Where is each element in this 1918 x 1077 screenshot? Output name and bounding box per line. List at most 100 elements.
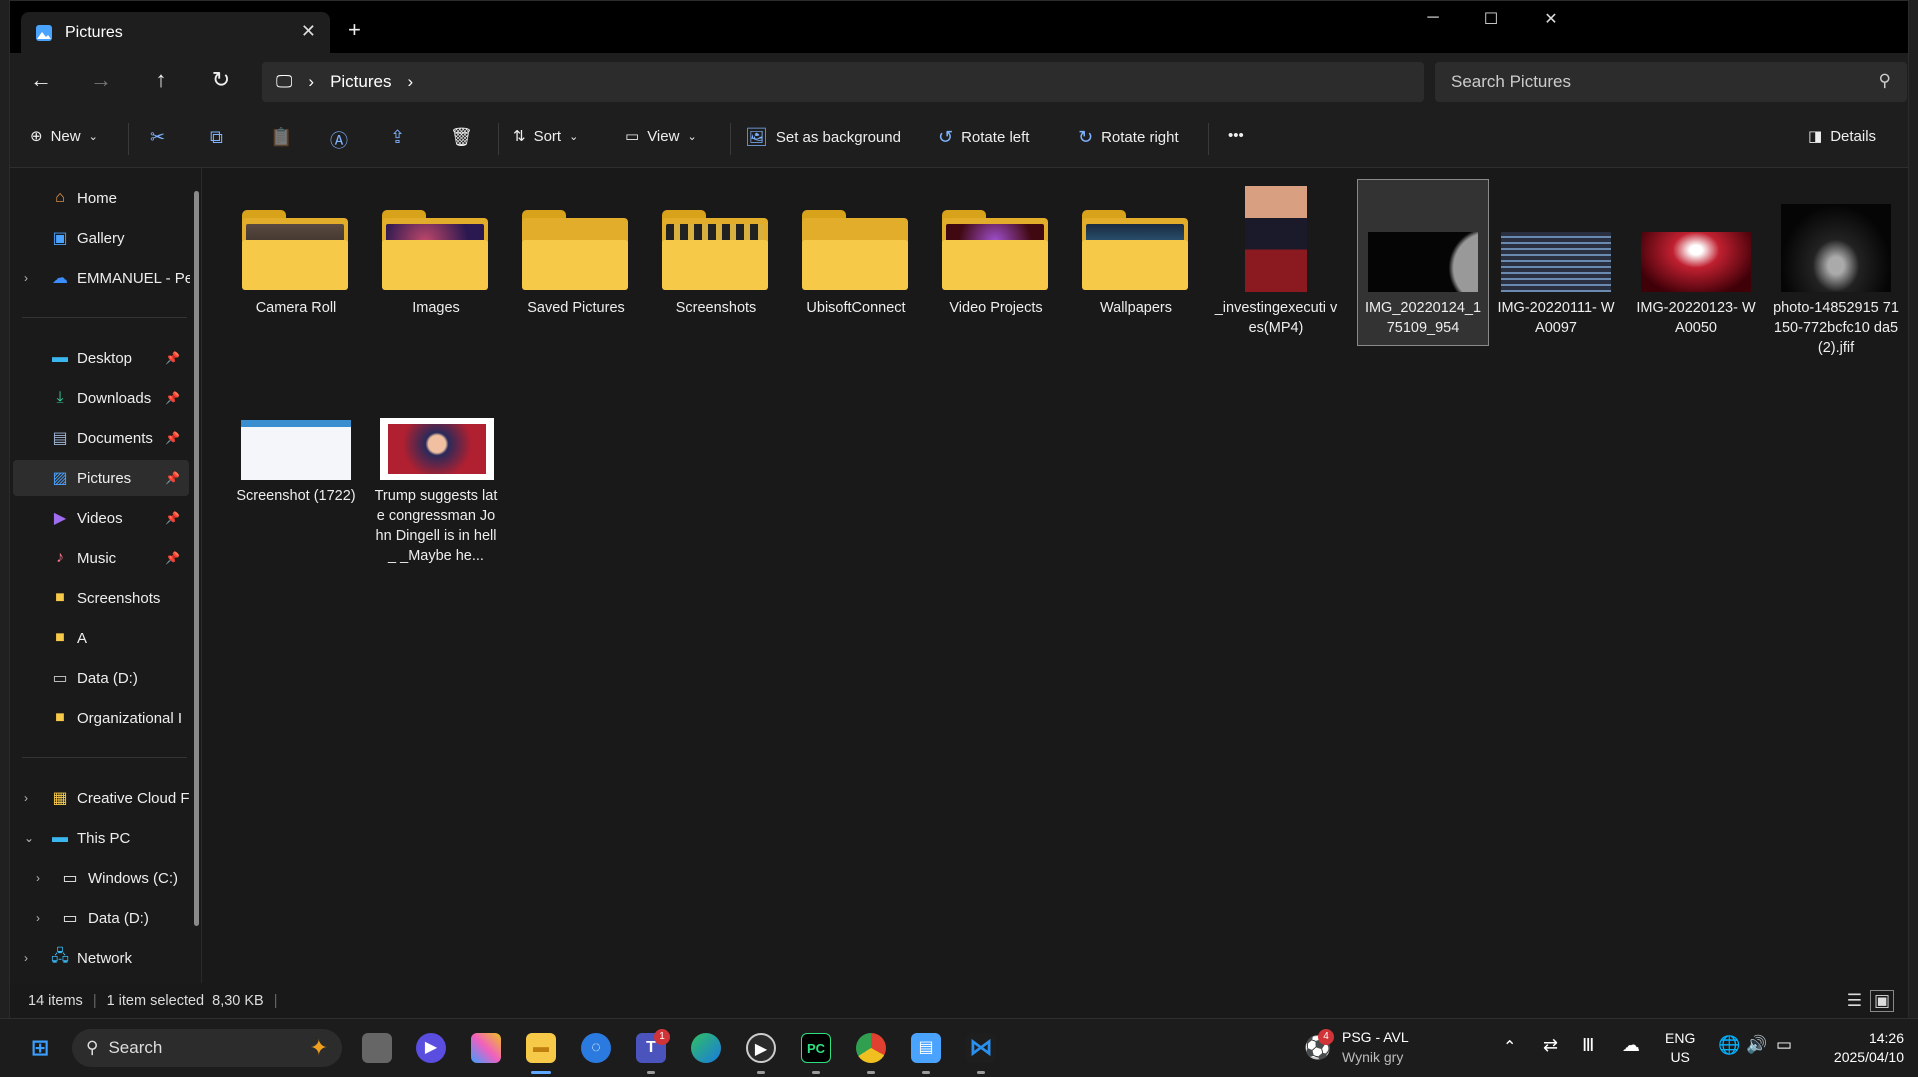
chevron-right-icon[interactable]: › (36, 911, 40, 925)
up-button[interactable]: ↑ (146, 67, 176, 97)
folder-item[interactable]: Wallpapers (1071, 182, 1201, 318)
search-highlight-icon: ✦ (309, 1035, 328, 1060)
file-item[interactable]: IMG-20220111- WA0097 (1491, 182, 1621, 338)
folder-item[interactable]: Screenshots (651, 182, 781, 318)
paste-button[interactable]: 📋 (270, 127, 292, 148)
chevron-right-icon[interactable]: › (308, 72, 314, 92)
folder-item[interactable]: Images (371, 182, 501, 318)
chevron-right-icon[interactable]: › (36, 871, 40, 885)
media-player-icon[interactable]: ▶ (746, 1033, 776, 1063)
address-bar[interactable]: 🖵 › Pictures › (262, 62, 1424, 102)
language-indicator[interactable]: ENG US (1665, 1029, 1695, 1067)
file-item[interactable]: _investingexecuti ves(MP4) (1211, 182, 1341, 338)
meter-icon[interactable]: Ⅲ (1582, 1035, 1594, 1056)
tab-pictures[interactable]: Pictures ✕ (21, 12, 330, 53)
volume-icon[interactable]: 🔊 (1746, 1035, 1767, 1055)
copilot-icon[interactable] (471, 1033, 501, 1063)
sidebar-item-home[interactable]: ⌂ Home (10, 180, 190, 216)
settings-sliders-icon[interactable]: ⇄ (1543, 1035, 1558, 1056)
sort-button[interactable]: ⇅ Sort ⌄ (513, 127, 578, 146)
search-input[interactable]: Search Pictures ⚲ (1435, 62, 1907, 102)
sidebar-item-a[interactable]: ■ A (10, 620, 190, 656)
sidebar-item-screenshots[interactable]: ■ Screenshots (10, 580, 190, 616)
close-tab-icon[interactable]: ✕ (301, 21, 316, 42)
globe-icon[interactable]: 🌐 (1718, 1035, 1740, 1056)
notepad-icon[interactable]: ▤ (911, 1033, 941, 1063)
refresh-button[interactable]: ↻ (206, 67, 236, 97)
chevron-right-icon[interactable]: › (24, 271, 28, 285)
folder-item[interactable]: Camera Roll (231, 182, 361, 318)
cloud-offline-icon[interactable]: ☁ (1622, 1035, 1640, 1056)
chevron-right-icon[interactable]: › (24, 791, 28, 805)
clipboard-icon: 📋 (270, 127, 293, 147)
video-item[interactable]: Trump suggests late congressman John Din… (371, 370, 501, 566)
close-window-button[interactable]: ✕ (1528, 9, 1574, 33)
sidebar-item-desktop[interactable]: ▬ Desktop 📌 (10, 340, 190, 376)
new-tab-button[interactable]: + (348, 17, 361, 43)
folder-item[interactable]: Video Projects (931, 182, 1061, 318)
share-button[interactable]: ⇪ (390, 127, 405, 148)
new-button[interactable]: ⊕ New ⌄ (30, 127, 98, 146)
large-icons-view-icon[interactable]: ▣ (1869, 990, 1894, 1012)
details-pane-button[interactable]: ◨ Details (1808, 127, 1876, 146)
folder-icon: ■ (55, 629, 65, 646)
sidebar-item-this-pc[interactable]: ⌄ ▬ This PC (10, 820, 190, 856)
view-button[interactable]: ▭ View ⌄ (625, 127, 697, 146)
more-options-button[interactable]: ••• (1228, 127, 1244, 144)
rotate-right-button[interactable]: ↻ Rotate right (1078, 127, 1179, 148)
running-indicator (922, 1071, 930, 1074)
sidebar-scrollbar[interactable] (194, 191, 199, 926)
task-view-icon[interactable] (362, 1033, 392, 1063)
sidebar-item-windows-c[interactable]: › ▭ Windows (C:) (10, 860, 190, 896)
battery-icon[interactable]: ▭ (1776, 1035, 1792, 1055)
sidebar-item-onedrive[interactable]: › ☁ EMMANUEL - Pe (10, 260, 190, 296)
news-widget[interactable]: ⚽ 4 PSG - AVL Wynik gry (1304, 1029, 1424, 1069)
chat-icon[interactable]: ◌ (581, 1033, 611, 1063)
sidebar-item-music[interactable]: ♪ Music 📌 (10, 540, 190, 576)
chevron-right-icon[interactable]: › (407, 72, 413, 92)
rename-button[interactable]: Ⓐ (330, 127, 348, 153)
folder-item[interactable]: Saved Pictures (511, 182, 641, 318)
sidebar-item-network[interactable]: › 🖧 Network (10, 940, 190, 976)
sidebar-item-documents[interactable]: ▤ Documents 📌 (10, 420, 190, 456)
sidebar-label: Pictures (77, 469, 132, 487)
pycharm-icon[interactable]: PC (801, 1033, 831, 1063)
file-item[interactable]: photo-14852915 71150-772bcfc10 da5 (2).j… (1771, 182, 1901, 358)
windows-start-icon[interactable]: ⊞ (25, 1033, 55, 1063)
sidebar-item-organizational[interactable]: ■ Organizational I (10, 700, 190, 736)
forward-button[interactable]: → (86, 67, 116, 97)
folder-item[interactable]: UbisoftConnect (791, 182, 921, 318)
chevron-down-icon[interactable]: ⌄ (24, 831, 34, 845)
clock[interactable]: 14:26 2025/04/10 (1812, 1029, 1904, 1067)
copy-button[interactable]: ⧉ (210, 127, 223, 148)
file-explorer-window: Pictures ✕ + ─ ☐ ✕ ← → ↑ ↻ 🖵 › Pictures … (9, 0, 1909, 1019)
file-item[interactable]: IMG-20220123- WA0050 (1631, 182, 1761, 338)
back-button[interactable]: ← (26, 67, 56, 97)
breadcrumb-pictures[interactable]: Pictures (330, 72, 391, 92)
chevron-right-icon[interactable]: › (24, 951, 28, 965)
cut-button[interactable]: ✂ (150, 127, 165, 148)
file-explorer-icon[interactable]: ▬ (526, 1033, 556, 1063)
taskbar-search[interactable]: ⚲ Search ✦ (72, 1029, 342, 1067)
vscode-icon[interactable]: ⋈ (966, 1033, 996, 1063)
sidebar-item-creative-cloud[interactable]: › ▦ Creative Cloud F (10, 780, 190, 816)
maximize-button[interactable]: ☐ (1468, 9, 1514, 33)
rotate-left-button[interactable]: ↺ Rotate left (938, 127, 1029, 148)
delete-button[interactable]: 🗑 (450, 127, 473, 148)
set-as-background-button[interactable]: 🖼 Set as background (745, 127, 901, 148)
scissors-icon: ✂ (150, 127, 166, 147)
details-view-icon[interactable]: ☰ (1847, 991, 1862, 1011)
sidebar-item-gallery[interactable]: ▣ Gallery (10, 220, 190, 256)
file-item[interactable]: Screenshot (1722) (231, 370, 361, 506)
meet-icon[interactable]: ▶ (416, 1033, 446, 1063)
sidebar-item-data-d[interactable]: › ▭ Data (D:) (10, 900, 190, 936)
sidebar-item-downloads[interactable]: ⤓ Downloads 📌 (10, 380, 190, 416)
file-item-selected[interactable]: IMG_20220124_1 75109_954 (1358, 182, 1488, 338)
minimize-button[interactable]: ─ (1410, 9, 1456, 33)
sidebar-item-data-drive[interactable]: ▭ Data (D:) (10, 660, 190, 696)
sidebar-item-videos[interactable]: ▶ Videos 📌 (10, 500, 190, 536)
chrome-icon[interactable] (856, 1033, 886, 1063)
sidebar-item-pictures[interactable]: ▨ Pictures 📌 (13, 460, 189, 496)
chevron-up-icon[interactable]: ⌃ (1503, 1037, 1516, 1057)
edge-icon[interactable] (691, 1033, 721, 1063)
